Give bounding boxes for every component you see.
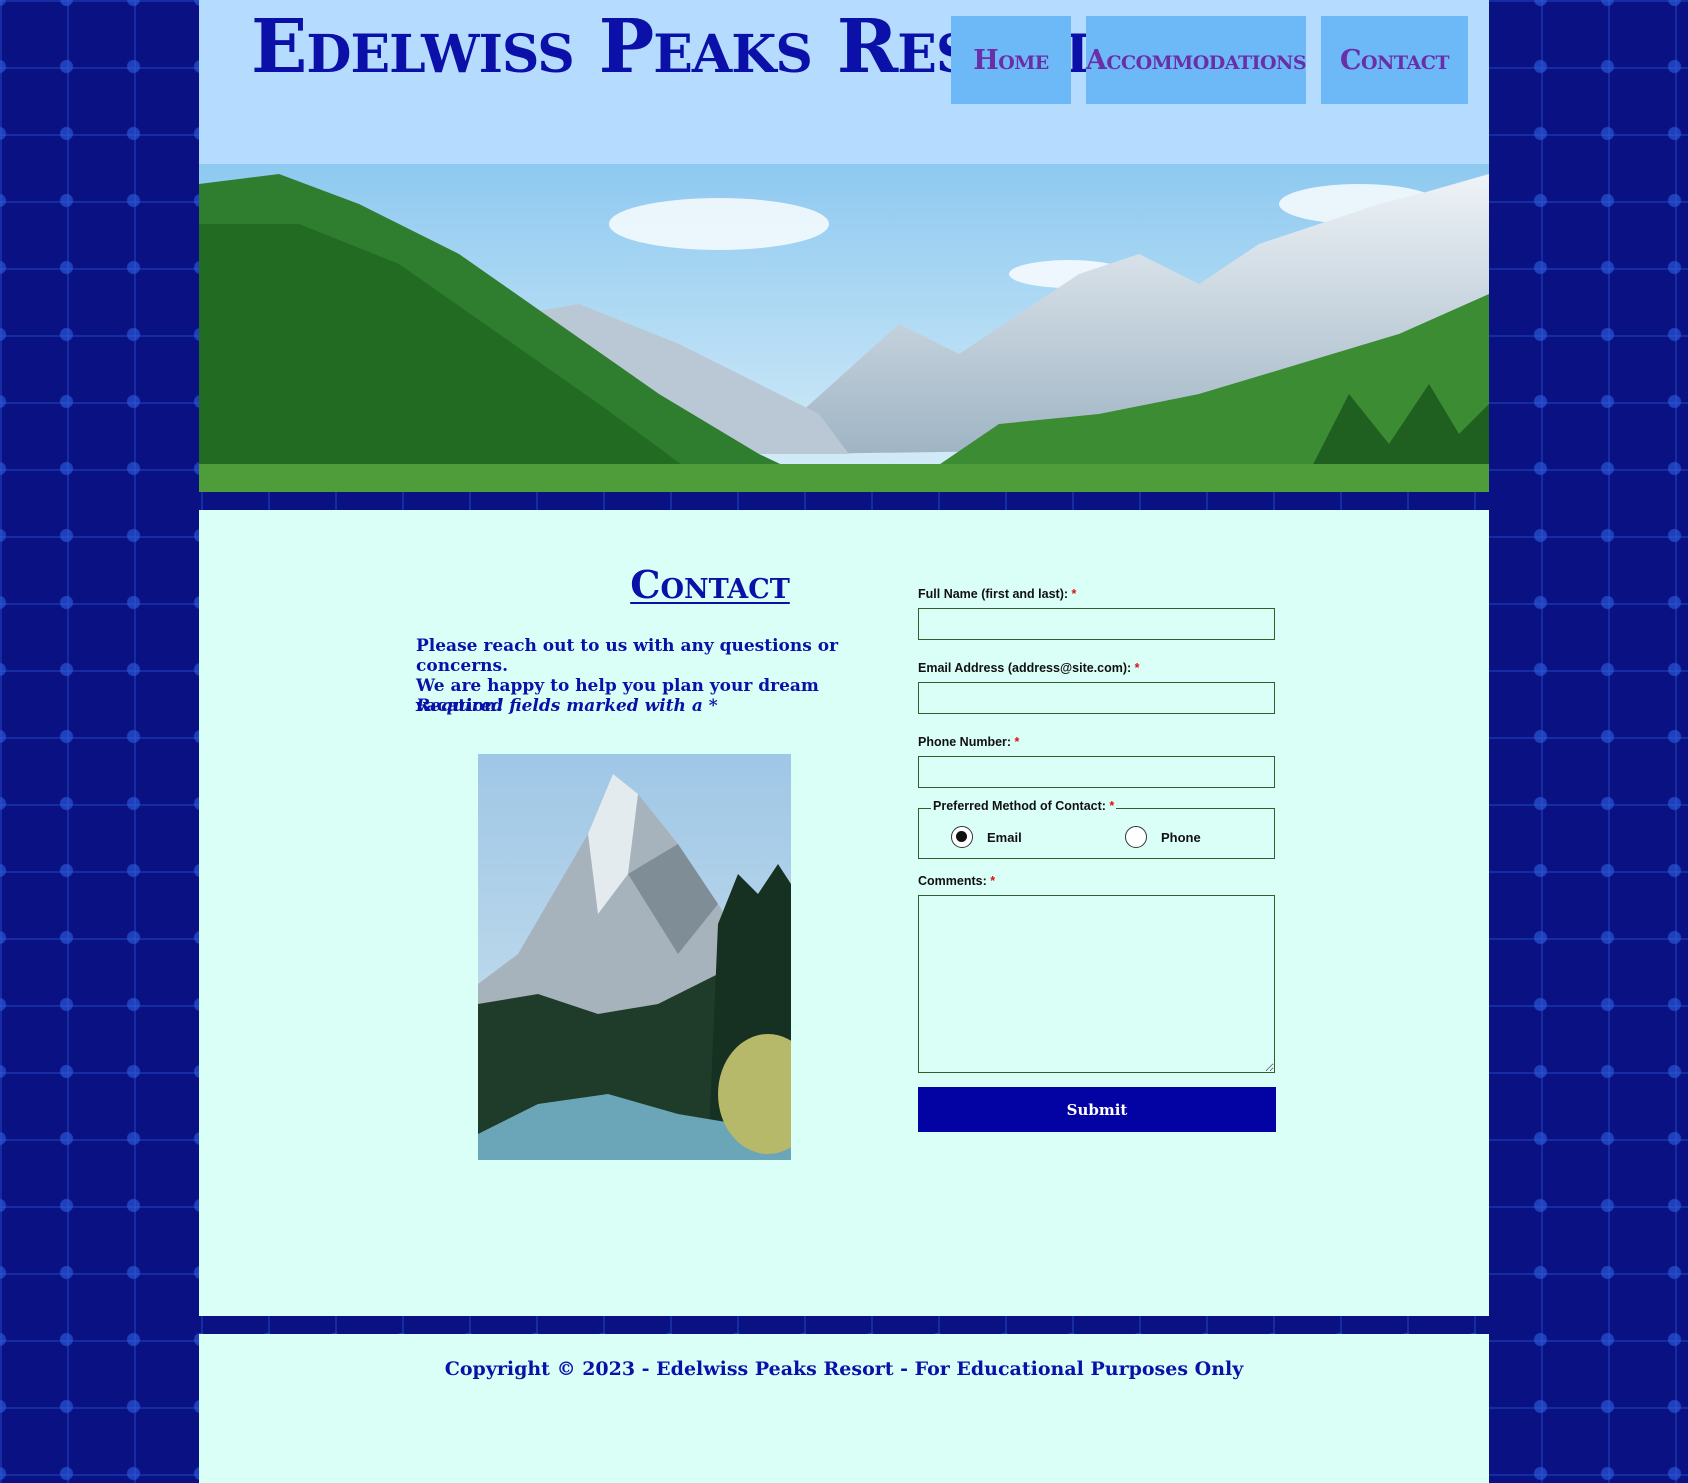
site-footer: Copyright © 2023 - Edelwiss Peaks Resort… — [199, 1334, 1489, 1483]
mountain-valley-image — [199, 164, 1489, 492]
comments-textarea[interactable] — [918, 895, 1275, 1073]
full-name-input[interactable] — [918, 608, 1275, 640]
nav-accommodations-link[interactable]: Accommodations — [1086, 16, 1307, 104]
required-marker: * — [990, 874, 996, 888]
contact-option-phone[interactable]: Phone — [1125, 826, 1201, 848]
phone-radio-button[interactable] — [1125, 826, 1147, 848]
required-marker: * — [1014, 735, 1020, 749]
main-nav: Home Accommodations Contact — [951, 16, 1468, 104]
contact-method-legend-text: Preferred Method of Contact: — [933, 799, 1106, 813]
hero-banner-image — [199, 164, 1489, 492]
mountain-peak-image — [478, 754, 791, 1160]
required-marker: * — [1071, 587, 1077, 601]
intro-line-1: Please reach out to us with any question… — [416, 636, 839, 676]
site-header: Edelwiss Peaks Resort Home Accommodation… — [199, 0, 1489, 164]
email-label: Email Address (address@site.com): * — [918, 660, 1276, 676]
email-radio-label: Email — [987, 829, 1022, 845]
mountain-peak-illustration — [478, 754, 791, 1160]
email-radio-button[interactable] — [951, 826, 973, 848]
contact-method-fieldset: Preferred Method of Contact: * Email Pho… — [918, 799, 1275, 859]
full-name-label: Full Name (first and last): * — [918, 586, 1276, 602]
nav-home-link[interactable]: Home — [951, 16, 1071, 104]
page-container: Edelwiss Peaks Resort Home Accommodation… — [199, 0, 1489, 1483]
comments-label: Comments: * — [918, 873, 1276, 889]
comments-label-text: Comments: — [918, 874, 987, 888]
phone-label-text: Phone Number: — [918, 735, 1012, 749]
main-content: Contact Please reach out to us with any … — [199, 510, 1489, 1316]
contact-option-email[interactable]: Email — [951, 826, 1022, 848]
submit-button[interactable]: Submit — [918, 1087, 1276, 1132]
required-marker: * — [1134, 661, 1140, 675]
email-label-text: Email Address (address@site.com): — [918, 661, 1132, 675]
contact-form: Full Name (first and last): * Email Addr… — [918, 586, 1276, 1132]
phone-label: Phone Number: * — [918, 734, 1276, 750]
phone-input[interactable] — [918, 756, 1275, 788]
copyright-text: Copyright © 2023 - Edelwiss Peaks Resort… — [444, 1358, 1244, 1380]
nav-contact-link[interactable]: Contact — [1321, 16, 1468, 104]
email-input[interactable] — [918, 682, 1275, 714]
required-marker: * — [1109, 799, 1115, 813]
full-name-label-text: Full Name (first and last): — [918, 587, 1069, 601]
required-fields-note: Required fields marked with a * — [416, 696, 718, 716]
phone-radio-label: Phone — [1161, 829, 1201, 845]
contact-method-legend: Preferred Method of Contact: * — [931, 799, 1117, 813]
